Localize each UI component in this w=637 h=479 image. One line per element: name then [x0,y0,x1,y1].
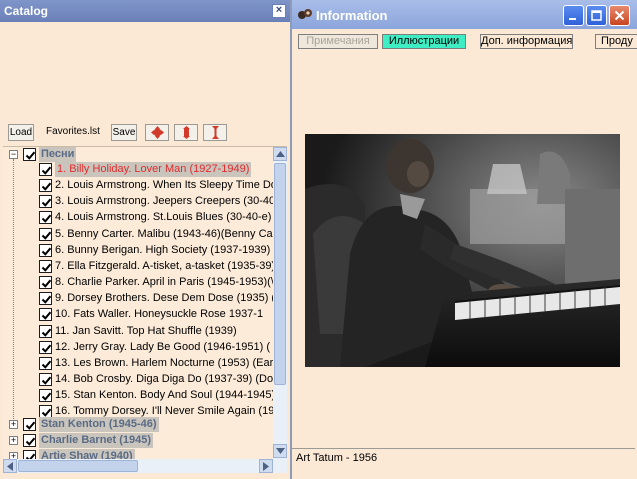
tree-item-label: 9. Dorsey Brothers. Dese Dem Dose (1935)… [55,292,276,304]
catalog-toolbar: Load Favorites.lst Save [0,121,290,145]
tree-item-label: 2. Louis Armstrong. When Its Sleepy Time… [55,179,277,191]
checkbox[interactable] [39,211,52,224]
scroll-up-icon[interactable] [273,147,287,161]
catalog-title: Catalog [4,4,49,18]
tree-item-label: Stan Kenton (1945-46) [39,417,159,432]
expand-toggle-icon[interactable]: − [9,150,18,159]
tree-song-item[interactable]: 15. Stan Kenton. Body And Soul (1944-194… [3,388,276,404]
tree-group-item[interactable]: + Charlie Barnet (1945) [3,433,273,449]
tree-item-label: 1. Billy Holiday. Lover Man (1927-1949) [55,162,252,177]
tree-item-label: 8. Charlie Parker. April in Paris (1945-… [55,276,274,288]
tree-vertical-scrollbar[interactable] [273,147,287,459]
info-tabs: Примечания Иллюстрации Доп. информация П… [292,29,637,51]
checkbox[interactable] [23,434,36,447]
tab-notes[interactable]: Примечания [298,34,378,49]
horizontal-scroll-thumb[interactable] [18,460,138,472]
tree-song-item[interactable]: 3. Louis Armstrong. Jeepers Creepers (30… [3,194,276,210]
checkbox[interactable] [39,373,52,386]
tree-song-item[interactable]: 10. Fats Waller. Honeysuckle Rose 1937-1 [3,307,273,323]
checkbox[interactable] [23,418,36,431]
tree-song-item[interactable]: 8. Charlie Parker. April in Paris (1945-… [3,275,274,291]
checkbox[interactable] [39,276,52,289]
checkbox[interactable] [39,260,52,273]
save-button[interactable]: Save [111,124,137,141]
checkbox[interactable] [39,341,52,354]
tree-item-label: Artie Shaw (1940) [39,449,135,459]
move-icon[interactable] [145,124,169,141]
close-icon[interactable]: × [272,4,286,18]
checkbox[interactable] [39,163,52,176]
checkbox[interactable] [39,325,52,338]
checkbox[interactable] [39,389,52,402]
checkbox[interactable] [39,308,52,321]
tree-item-label: Песни [39,147,77,162]
checkbox[interactable] [23,450,36,459]
tree-song-item[interactable]: 13. Les Brown. Harlem Nocturne (1953) (E… [3,356,273,372]
checkbox[interactable] [39,228,52,241]
tree-song-item[interactable]: 12. Jerry Gray. Lady Be Good (1946-1951)… [3,340,273,356]
checkbox[interactable] [39,244,52,257]
tree-horizontal-scrollbar[interactable] [3,459,273,473]
tree-item-label: 5. Benny Carter. Malibu (1943-46)(Benny … [55,228,277,240]
tree-group-item[interactable]: + Stan Kenton (1945-46) [3,417,273,433]
collapse-icon[interactable] [203,124,227,141]
scroll-left-icon[interactable] [3,459,17,473]
checkbox[interactable] [39,292,52,305]
tab-products[interactable]: Проду [595,34,637,49]
song-tree: − Песни 1. Billy Holiday. Lover Man (1927-… [3,146,287,459]
illustration-caption-bar: Art Tatum - 1956 [292,448,635,479]
minimize-icon[interactable] [563,5,584,26]
tree-item-label: 12. Jerry Gray. Lady Be Good (1946-1951)… [55,341,271,353]
list-file-name: Favorites.lst [46,126,100,137]
tree-item-label: 4. Louis Armstrong. St.Louis Blues (30-4… [55,211,272,223]
tree-item-label: 15. Stan Kenton. Body And Soul (1944-194… [55,389,276,401]
expand-toggle-icon[interactable]: + [9,420,18,429]
tree-item-label: 6. Bunny Berigan. High Society (1937-193… [55,244,276,256]
tab-illustrations[interactable]: Иллюстрации [382,34,466,49]
checkbox[interactable] [39,357,52,370]
illustration-image [305,134,620,367]
close-window-icon[interactable] [609,5,630,26]
tree-song-item[interactable]: 4. Louis Armstrong. St.Louis Blues (30-4… [3,210,273,226]
illustration-caption: Art Tatum - 1956 [296,452,378,464]
tree-song-item[interactable]: 1. Billy Holiday. Lover Man (1927-1949) [3,162,273,178]
checkbox[interactable] [39,179,52,192]
tree-song-item[interactable]: 2. Louis Armstrong. When Its Sleepy Time… [3,178,277,194]
catalog-panel: Catalog × Load Favorites.lst Save − Песни… [0,0,292,479]
tree-group-songs[interactable]: − Песни [3,147,273,163]
scroll-thumb[interactable] [274,163,286,385]
tree-item-label: 3. Louis Armstrong. Jeepers Creepers (30… [55,195,276,207]
tree-song-item[interactable]: 14. Bob Crosby. Diga Diga Do (1937-39) (… [3,372,277,388]
scroll-corner [273,459,287,473]
expand-toggle-icon[interactable]: + [9,452,18,459]
tree-song-item[interactable]: 6. Bunny Berigan. High Society (1937-193… [3,243,276,259]
app-icon [298,9,312,19]
tree-item-label: 14. Bob Crosby. Diga Diga Do (1937-39) (… [55,373,277,385]
info-titlebar: Information [292,0,637,29]
tree-item-label: 13. Les Brown. Harlem Nocturne (1953) (E… [55,357,274,369]
tree-song-item[interactable]: 7. Ella Fitzgerald. A-tisket, a-tasket (… [3,259,276,275]
tree-song-item[interactable]: 11. Jan Savitt. Top Hat Shuffle (1939) [3,324,273,340]
checkbox[interactable] [39,195,52,208]
catalog-titlebar: Catalog × [0,0,290,22]
tab-extra-info[interactable]: Доп. информация [480,34,573,49]
information-window: Information Примечания Иллюстрации Доп. … [292,0,637,479]
scroll-down-icon[interactable] [273,444,287,458]
move-up-down-icon[interactable] [174,124,198,141]
load-button[interactable]: Load [8,124,34,141]
maximize-icon[interactable] [586,5,607,26]
tree-group-item[interactable]: + Artie Shaw (1940) [3,449,273,459]
tree-connector-line [13,159,14,419]
tree-song-item[interactable]: 5. Benny Carter. Malibu (1943-46)(Benny … [3,227,277,243]
scroll-right-icon[interactable] [259,459,273,473]
tree-song-item[interactable]: 9. Dorsey Brothers. Dese Dem Dose (1935)… [3,291,276,307]
checkbox[interactable] [23,148,36,161]
tree-item-label: 10. Fats Waller. Honeysuckle Rose 1937-1 [55,308,264,320]
tree-item-label: 7. Ella Fitzgerald. A-tisket, a-tasket (… [55,260,276,272]
tree-item-label: Charlie Barnet (1945) [39,433,154,448]
expand-toggle-icon[interactable]: + [9,436,18,445]
tree-item-label: 11. Jan Savitt. Top Hat Shuffle (1939) [55,325,237,337]
info-title: Information [316,8,388,23]
